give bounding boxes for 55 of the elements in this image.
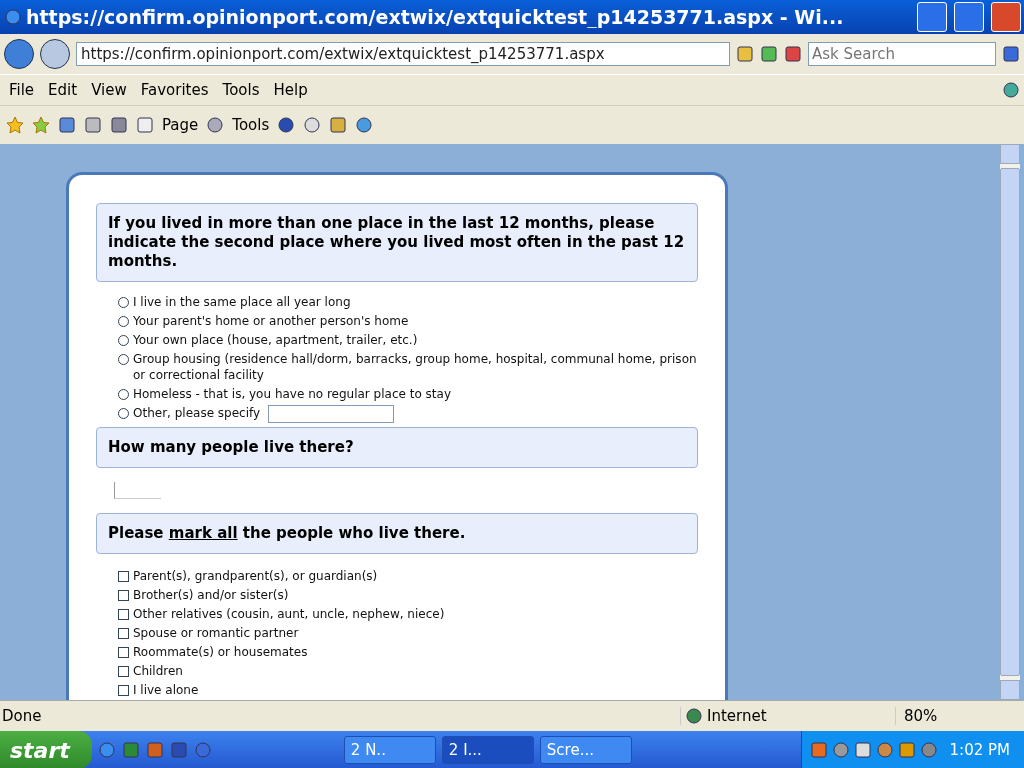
address-field[interactable]: https://confirm.opinionport.com/extwix/extquicktest_p14253771.aspx — [76, 42, 730, 66]
forward-button[interactable] — [40, 39, 70, 69]
option-label: Roommate(s) or housemates — [133, 644, 308, 660]
clock: 1:02 PM — [949, 741, 1010, 759]
back-button[interactable] — [4, 39, 34, 69]
close-button[interactable] — [991, 2, 1021, 32]
menu-item[interactable]: Edit — [43, 79, 83, 101]
radio-button[interactable] — [118, 335, 129, 346]
question-text: If you lived in more than one place in the last 12 months, please indicate the second place where you lived most often in the past 12 months. — [96, 203, 698, 282]
maximize-button[interactable] — [954, 2, 984, 32]
tools-menu-button[interactable]: Tools — [232, 116, 270, 134]
window-title: https://confirm.opinionport.com/extwix/extquicktest_p14253771.aspx - Wi... — [26, 6, 845, 28]
search-field[interactable]: Ask Search — [808, 42, 996, 66]
status-text: Done — [1, 707, 43, 725]
radio-button[interactable] — [118, 389, 129, 400]
add-star-icon[interactable] — [32, 116, 50, 134]
option-label: Your own place (house, apartment, trailer, etc.) — [133, 332, 418, 348]
star-icon[interactable] — [6, 116, 24, 134]
checkbox[interactable] — [118, 628, 129, 639]
option-label: Children — [133, 663, 183, 679]
menu-item[interactable]: File — [4, 79, 40, 101]
scrollbar[interactable] — [1000, 144, 1020, 700]
checkbox[interactable] — [118, 609, 129, 620]
option-label: Other relatives (cousin, aunt, uncle, nephew, niece) — [133, 606, 445, 622]
option-label: Brother(s) and/or sister(s) — [133, 587, 289, 603]
minimize-button[interactable] — [917, 2, 947, 32]
option-label: Group housing (residence hall/dorm, barracks, group home, hospital, communal home, prison or correctional facility — [133, 351, 698, 383]
zoom-control[interactable]: 80% — [895, 707, 1024, 725]
checkbox[interactable] — [118, 571, 129, 582]
radio-button[interactable] — [118, 408, 129, 419]
taskbar-button[interactable]: 2 I... — [441, 736, 534, 764]
checkbox[interactable] — [118, 666, 129, 677]
specify-input-field[interactable] — [268, 405, 395, 423]
page-menu-button[interactable]: Page — [162, 116, 199, 134]
option-label: I live alone — [133, 682, 199, 698]
option-label: Homeless - that is, you have no regular place to stay — [133, 386, 451, 402]
start-button[interactable]: start — [0, 731, 92, 768]
radio-button[interactable] — [118, 316, 129, 327]
question-text: Please mark all the people who live there. — [96, 513, 698, 554]
menu-item[interactable]: Tools — [217, 79, 265, 101]
option-label: Parent(s), grandparent(s), or guardian(s) — [133, 568, 378, 584]
option-label: Your parent's home or another person's home — [133, 313, 409, 329]
question-text: How many people live there? — [96, 427, 698, 468]
zone-label: Internet — [707, 707, 767, 725]
option-label: I live in the same place all year long — [133, 294, 351, 310]
radio-button[interactable] — [118, 297, 129, 308]
option-label: Spouse or romantic partner — [133, 625, 299, 641]
option-label: Other, please specify — [133, 405, 261, 421]
radio-button[interactable] — [118, 354, 129, 365]
menu-item[interactable]: Help — [268, 79, 313, 101]
checkbox[interactable] — [118, 647, 129, 658]
menu-item[interactable]: Favorites — [135, 79, 214, 101]
checkbox[interactable] — [118, 590, 129, 601]
menu-item[interactable]: View — [86, 79, 132, 101]
checkbox[interactable] — [118, 685, 129, 696]
